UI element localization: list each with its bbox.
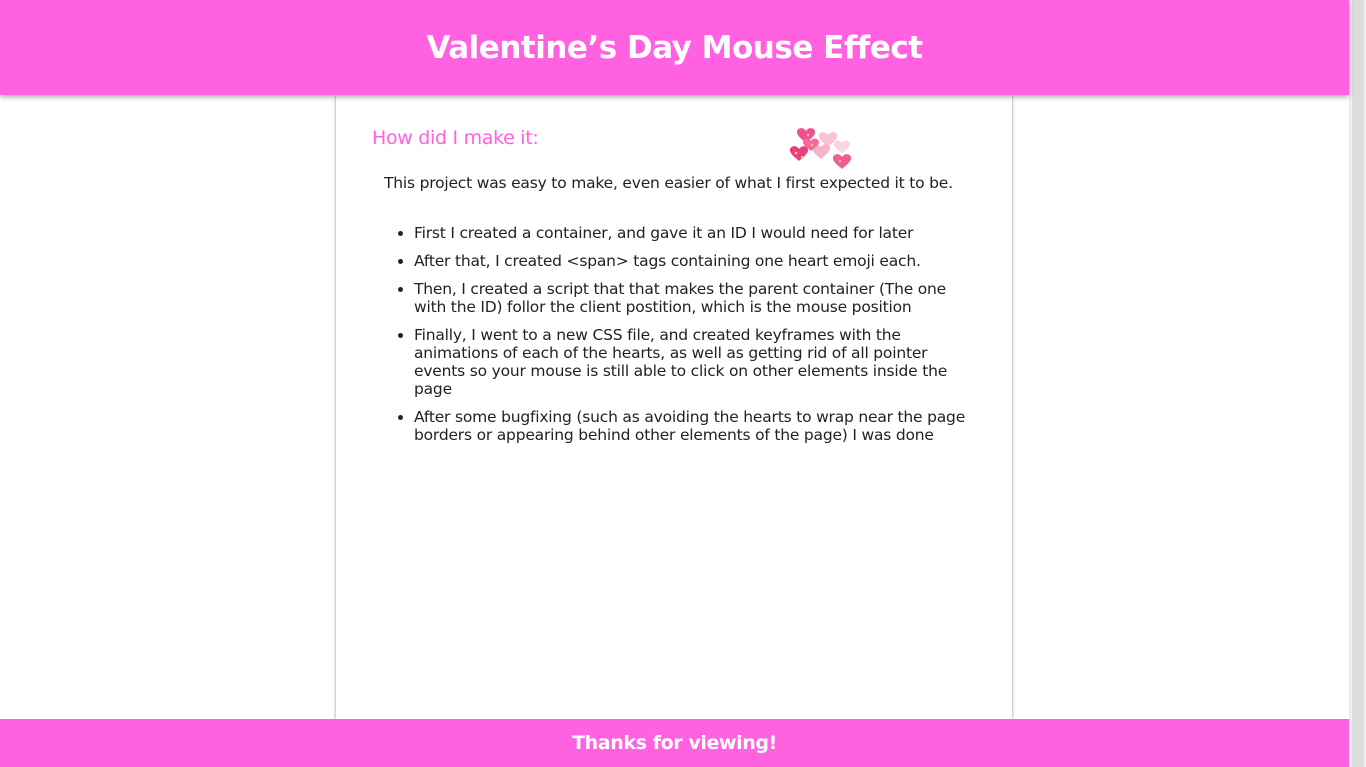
vertical-scrollbar[interactable] <box>1349 0 1366 767</box>
hearts-cluster-icon <box>789 128 852 169</box>
list-item: Then, I created a script that that makes… <box>414 280 980 316</box>
page-title: Valentine’s Day Mouse Effect <box>426 29 923 66</box>
list-item: Finally, I went to a new CSS file, and c… <box>414 326 980 398</box>
heart-dark-icon <box>789 146 809 161</box>
site-footer: Thanks for viewing! <box>0 719 1349 767</box>
heart-dark-icon <box>832 154 852 169</box>
footer-text: Thanks for viewing! <box>572 732 777 754</box>
page: Valentine’s Day Mouse Effect How did I m… <box>0 0 1349 767</box>
content-card: How did I make it: This project was easy… <box>336 95 1012 719</box>
section-heading: How did I make it: <box>372 127 539 149</box>
steps-list: First I created a container, and gave it… <box>384 224 980 454</box>
list-item: After some bugfixing (such as avoiding t… <box>414 408 980 444</box>
list-item: First I created a container, and gave it… <box>414 224 980 242</box>
list-item: After that, I created <span> tags contai… <box>414 252 980 270</box>
intro-paragraph: This project was easy to make, even easi… <box>384 174 953 192</box>
heart-light-icon <box>834 140 850 153</box>
site-header: Valentine’s Day Mouse Effect <box>0 0 1349 95</box>
scrollbar-thumb[interactable] <box>1352 0 1364 767</box>
